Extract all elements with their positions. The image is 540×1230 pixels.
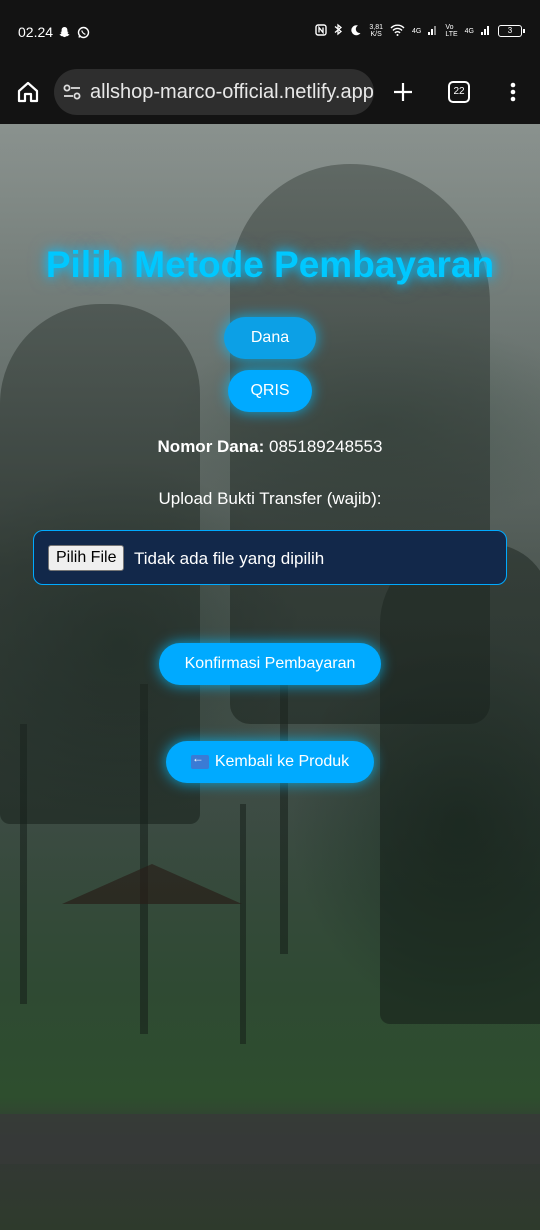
- wifi-icon: [390, 24, 405, 39]
- bluetooth-icon: [334, 23, 343, 39]
- qris-method-button[interactable]: QRIS: [228, 370, 312, 412]
- tab-switcher-button[interactable]: 22: [448, 81, 470, 103]
- snapchat-icon: [58, 26, 71, 41]
- dana-number: Nomor Dana: 085189248553: [0, 437, 540, 457]
- signal-sim2-icon: [481, 24, 491, 38]
- network-speed: 3,81 K/S: [369, 24, 383, 38]
- address-bar[interactable]: allshop-marco-official.netlify.app: [54, 69, 374, 115]
- more-vert-icon: [510, 82, 516, 102]
- upload-label: Upload Bukti Transfer (wajib):: [158, 489, 382, 508]
- dana-number-label: Nomor Dana:: [157, 437, 265, 456]
- file-status-text: Tidak ada file yang dipilih: [134, 549, 325, 568]
- url-text[interactable]: allshop-marco-official.netlify.app: [90, 81, 374, 104]
- site-settings-icon[interactable]: [62, 83, 82, 101]
- volte-indicator: Vo LTE: [445, 24, 457, 38]
- plus-icon: [394, 83, 412, 101]
- whatsapp-icon: [77, 26, 90, 41]
- volte-bottom: LTE: [445, 31, 458, 38]
- back-to-product-button[interactable]: Kembali ke Produk: [166, 741, 374, 783]
- volte-top: Vo: [445, 24, 454, 31]
- page-title: Pilih Metode Pembayaran: [45, 244, 495, 285]
- battery-level: 3: [507, 26, 513, 35]
- home-button[interactable]: [14, 78, 42, 106]
- back-arrow-icon: [190, 751, 209, 769]
- payment-page: Pilih Metode Pembayaran Dana QRIS Nomor …: [0, 124, 540, 1230]
- dana-method-button[interactable]: Dana: [224, 317, 316, 359]
- signal-sim1-icon: [428, 24, 438, 38]
- dana-number-value: 085189248553: [269, 437, 383, 456]
- nfc-icon: [315, 23, 328, 39]
- net-speed-unit: K/S: [370, 31, 382, 38]
- browser-toolbar: allshop-marco-official.netlify.app 22: [0, 64, 540, 124]
- choose-file-button[interactable]: Pilih File: [48, 545, 125, 571]
- notification-icons: [58, 26, 90, 41]
- status-time: 02.24: [18, 24, 54, 40]
- home-icon: [17, 81, 39, 103]
- net-speed-value: 3,81: [369, 24, 383, 31]
- confirm-payment-button[interactable]: Konfirmasi Pembayaran: [159, 643, 381, 685]
- new-tab-button[interactable]: [391, 80, 415, 104]
- file-upload-field[interactable]: Pilih File Tidak ada file yang dipilih: [33, 530, 507, 585]
- back-to-product-label: Kembali ke Produk: [214, 753, 350, 770]
- browser-menu-button[interactable]: [504, 80, 522, 104]
- battery-icon: 3: [498, 25, 525, 37]
- do-not-disturb-moon-icon: [350, 24, 362, 39]
- sim1-network-type: 4G: [411, 27, 422, 35]
- sim2-network-type: 4G: [464, 27, 474, 35]
- system-icons: 3,81 K/S 4G Vo LTE 4G 3: [315, 23, 525, 39]
- status-bar: 02.24 3,81 K/S 4G Vo LTE 4G 3: [0, 0, 540, 64]
